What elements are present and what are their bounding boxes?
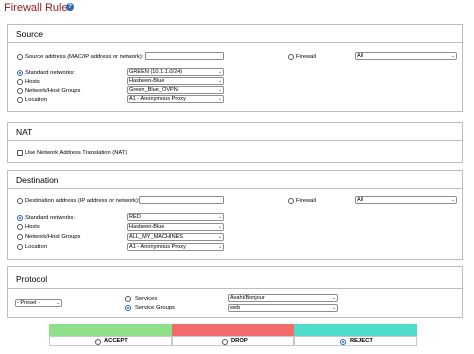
source-location-value: A1 - Anonymous Proxy	[129, 96, 186, 102]
destination-hosts-select[interactable]: Hasbeen-Blue ⌄	[127, 223, 224, 231]
protocol-service-groups-select[interactable]: web ⌄	[228, 304, 338, 312]
destination-address-label: Destination address (IP address or netwo…	[25, 198, 140, 204]
source-address-radio[interactable]	[17, 54, 23, 60]
destination-hosts-label: Hosts	[25, 224, 40, 230]
protocol-service-groups-radio[interactable]	[125, 305, 131, 311]
source-groups-label: Network/Host Groups	[25, 88, 81, 94]
destination-location-select[interactable]: A1 - Anonymous Proxy ⌄	[127, 243, 224, 251]
nat-heading: NAT	[16, 127, 33, 137]
destination-firewall-select[interactable]: All ⌄	[355, 196, 457, 204]
protocol-preset-value: - Preset -	[17, 300, 41, 306]
source-divider	[8, 42, 462, 43]
protocol-heading: Protocol	[16, 274, 48, 284]
destination-section: Destination Destination address (IP addr…	[7, 170, 463, 260]
source-standard-networks-label: Standard networks:	[25, 70, 75, 76]
protocol-preset-select[interactable]: - Preset - ⌄	[15, 299, 62, 307]
destination-location-value: A1 - Anonymous Proxy	[129, 244, 186, 250]
drop-option[interactable]: DROP	[172, 336, 294, 346]
chevron-down-icon: ⌄	[217, 224, 223, 230]
source-standard-networks-select[interactable]: GREEN (10.1.1.0/24) ⌄	[127, 68, 224, 76]
protocol-service-groups-value: web	[230, 305, 241, 311]
source-firewall-select[interactable]: All ⌄	[355, 52, 457, 60]
destination-groups-radio[interactable]	[17, 234, 23, 240]
protocol-service-groups-label: Service Groups	[135, 305, 175, 311]
chevron-down-icon: ⌄	[217, 87, 223, 93]
source-hosts-select[interactable]: Hasbeen-Blue ⌄	[127, 77, 224, 85]
destination-standard-networks-label: Standard networks:	[25, 215, 75, 221]
destination-groups-select[interactable]: ALL_MY_MACHINES ⌄	[127, 233, 224, 241]
source-address-input[interactable]	[145, 52, 224, 60]
reject-radio[interactable]	[340, 339, 346, 345]
source-hosts-value: Hasbeen-Blue	[129, 78, 165, 84]
reject-label: REJECT	[350, 338, 373, 344]
source-location-radio[interactable]	[17, 97, 23, 103]
source-standard-networks-value: GREEN (10.1.1.0/24)	[129, 69, 183, 75]
destination-location-radio[interactable]	[17, 244, 23, 250]
chevron-down-icon: ⌄	[217, 214, 223, 220]
chevron-down-icon: ⌄	[331, 295, 337, 301]
destination-heading: Destination	[16, 175, 59, 185]
destination-firewall-radio[interactable]	[288, 198, 294, 204]
destination-groups-label: Network/Host Groups	[25, 234, 81, 240]
nat-divider	[8, 140, 462, 141]
chevron-down-icon: ⌄	[217, 78, 223, 84]
reject-option[interactable]: REJECT	[294, 336, 417, 346]
reject-color-bar	[294, 324, 417, 336]
accept-label: ACCEPT	[104, 338, 128, 344]
chevron-down-icon: ⌄	[55, 300, 61, 306]
question-circle-icon[interactable]: ?	[66, 3, 74, 11]
source-firewall-label: Firewall	[296, 54, 316, 60]
chevron-down-icon: ⌄	[450, 197, 456, 203]
destination-address-input[interactable]	[139, 196, 224, 204]
page-title: Firewall Rules	[4, 2, 74, 14]
chevron-down-icon: ⌄	[217, 96, 223, 102]
protocol-services-value: Avahi/Bonjour	[230, 295, 265, 301]
protocol-divider	[8, 288, 462, 289]
protocol-services-radio[interactable]	[125, 296, 131, 302]
accept-color-bar	[49, 324, 172, 336]
destination-groups-value: ALL_MY_MACHINES	[129, 234, 184, 240]
destination-standard-networks-value: RED	[129, 214, 141, 220]
source-standard-networks-radio[interactable]	[17, 70, 23, 76]
protocol-services-select[interactable]: Avahi/Bonjour ⌄	[228, 294, 338, 302]
drop-color-bar	[172, 324, 294, 336]
destination-hosts-value: Hasbeen-Blue	[129, 224, 165, 230]
source-section: Source Source address (MAC/IP address or…	[7, 24, 463, 112]
source-groups-value: Green_Blue_OVPN	[129, 87, 178, 93]
source-groups-radio[interactable]	[17, 88, 23, 94]
destination-divider	[8, 188, 462, 189]
source-address-label: Source address (MAC/IP address or networ…	[25, 54, 144, 60]
source-firewall-value: All	[357, 53, 364, 59]
chevron-down-icon: ⌄	[331, 305, 337, 311]
source-location-select[interactable]: A1 - Anonymous Proxy ⌄	[127, 95, 224, 103]
nat-checkbox[interactable]	[17, 150, 23, 156]
destination-hosts-radio[interactable]	[17, 224, 23, 230]
destination-standard-networks-select[interactable]: RED ⌄	[127, 213, 224, 221]
source-hosts-radio[interactable]	[17, 79, 23, 85]
source-hosts-label: Hosts	[25, 79, 40, 85]
destination-firewall-value: All	[357, 197, 364, 203]
source-groups-select[interactable]: Green_Blue_OVPN ⌄	[127, 86, 224, 94]
source-location-label: Location	[25, 97, 47, 103]
chevron-down-icon: ⌄	[217, 234, 223, 240]
chevron-down-icon: ⌄	[217, 69, 223, 75]
destination-firewall-label: Firewall	[296, 198, 316, 204]
nat-checkbox-label: Use Network Address Translation (NAT)	[25, 150, 128, 156]
drop-label: DROP	[231, 338, 248, 344]
source-heading: Source	[16, 29, 43, 39]
accept-option[interactable]: ACCEPT	[49, 336, 172, 346]
protocol-section: Protocol - Preset - ⌄ Services Avahi/Bon…	[7, 266, 463, 318]
destination-address-radio[interactable]	[17, 198, 23, 204]
destination-location-label: Location	[25, 244, 47, 250]
drop-radio[interactable]	[222, 339, 228, 345]
protocol-services-label: Services	[135, 296, 158, 302]
accept-radio[interactable]	[95, 339, 101, 345]
chevron-down-icon: ⌄	[450, 53, 456, 59]
nat-section: NAT Use Network Address Translation (NAT…	[7, 122, 463, 163]
destination-standard-networks-radio[interactable]	[17, 215, 23, 221]
source-firewall-radio[interactable]	[288, 54, 294, 60]
chevron-down-icon: ⌄	[217, 244, 223, 250]
